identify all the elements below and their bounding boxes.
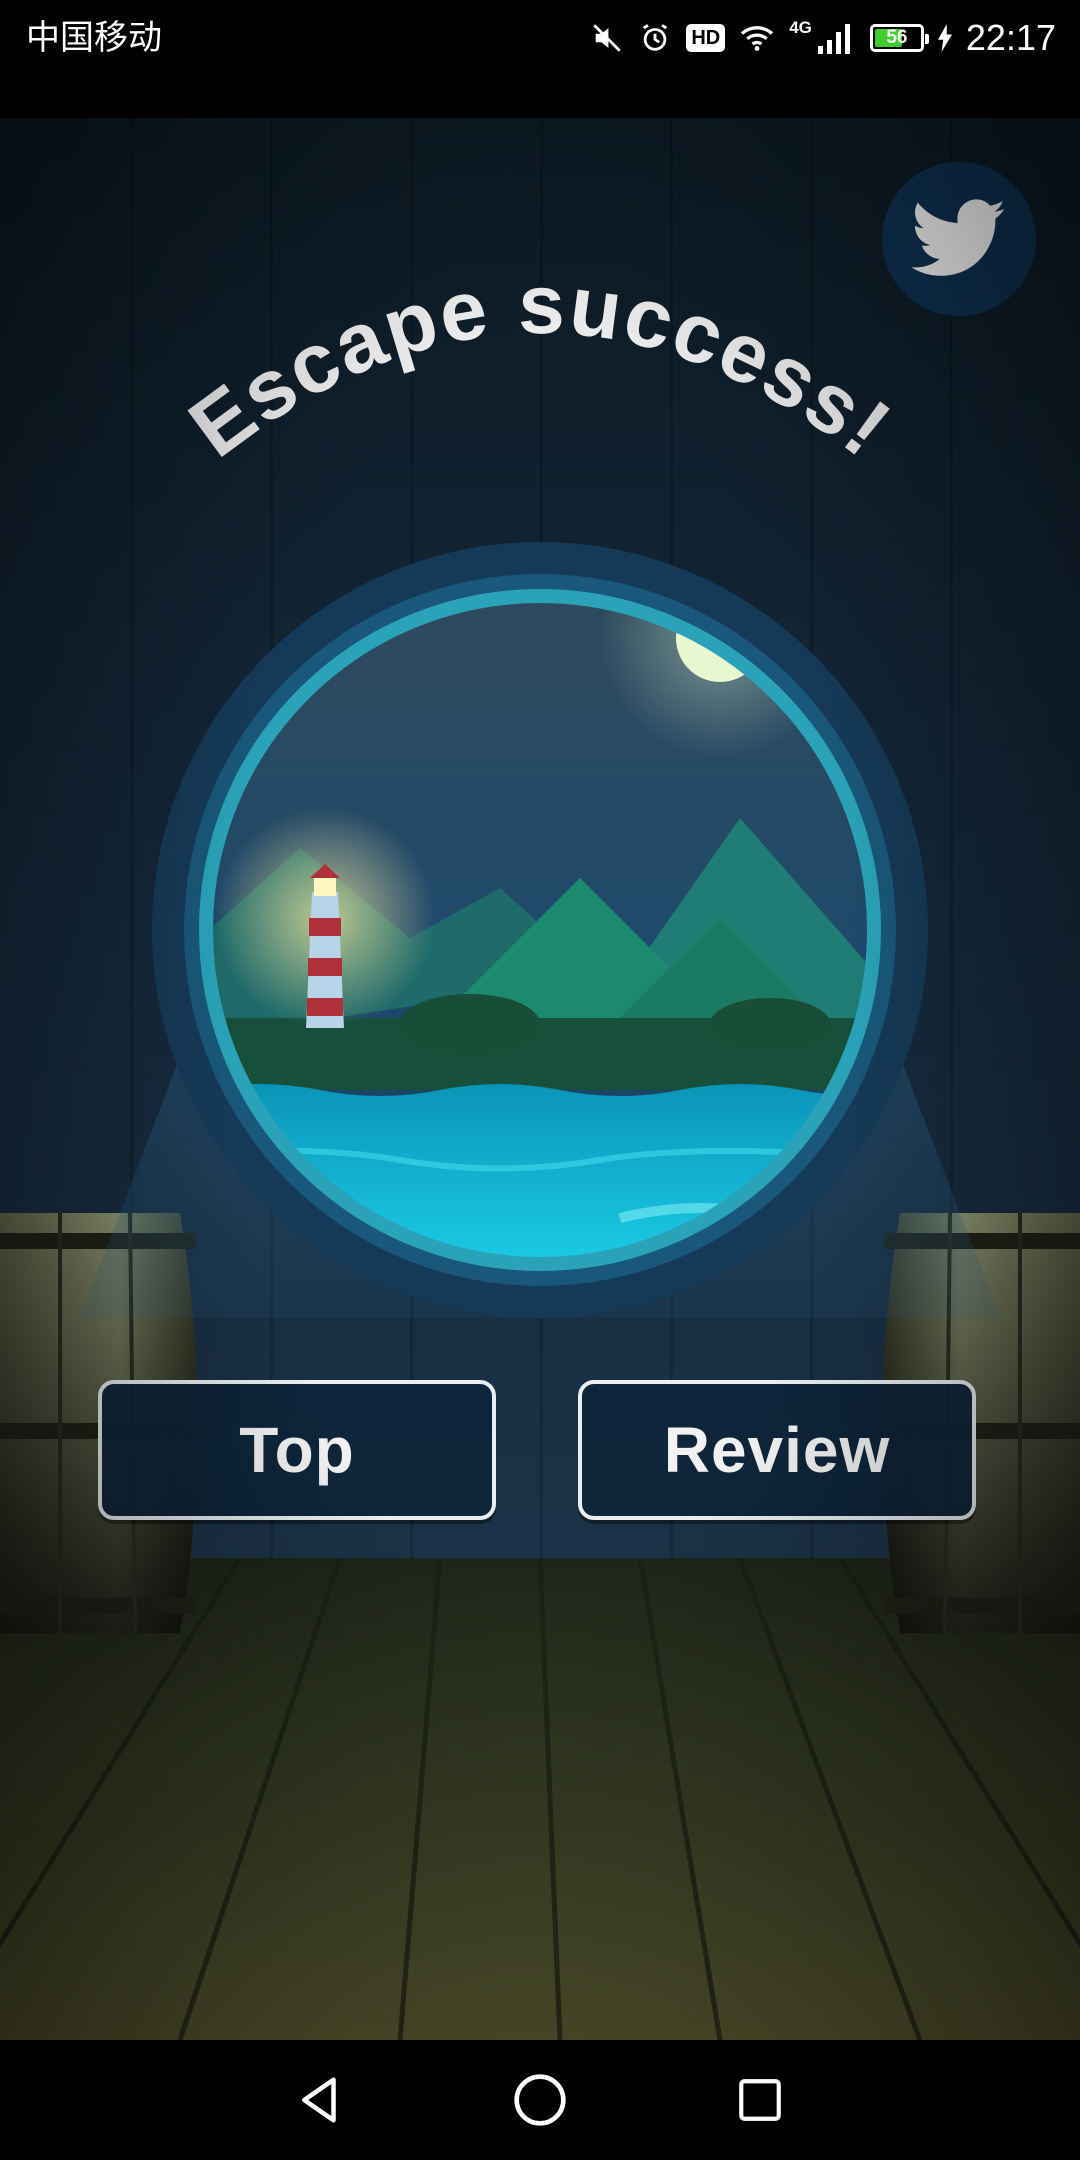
review-button[interactable]: Review xyxy=(578,1380,976,1520)
carrier-name: 中国移动 xyxy=(26,18,162,58)
status-icons: HD 4G 56 22:17 xyxy=(590,14,1056,62)
success-title: Escape success! xyxy=(172,257,908,475)
recents-icon xyxy=(739,2079,781,2121)
status-bar: 中国移动 HD 4G 56 22:17 xyxy=(0,0,1080,118)
recents-button[interactable] xyxy=(720,2060,800,2140)
mute-icon xyxy=(590,21,624,55)
clock: 22:17 xyxy=(965,17,1056,58)
twitter-icon xyxy=(911,199,1006,276)
back-button[interactable] xyxy=(280,2060,360,2140)
battery-icon: 56 xyxy=(869,24,929,52)
top-button[interactable]: Top xyxy=(98,1380,496,1520)
back-icon xyxy=(302,2077,336,2123)
home-button[interactable] xyxy=(500,2060,580,2140)
battery-level: 56 xyxy=(886,27,908,48)
home-icon xyxy=(514,2074,566,2126)
twitter-share-button[interactable] xyxy=(882,162,1036,316)
alarm-icon xyxy=(638,21,672,55)
navigation-bar xyxy=(0,2040,1080,2160)
network-type: 4G xyxy=(789,18,812,37)
charging-icon xyxy=(937,24,952,52)
game-scene: Escape success! Top Review xyxy=(0,118,1080,2040)
signal-icon xyxy=(816,22,856,54)
hd-icon: HD xyxy=(686,24,726,52)
wifi-icon xyxy=(739,23,775,53)
screen: 中国移动 HD 4G 56 22:17 Escape success! Top … xyxy=(0,0,1080,2160)
